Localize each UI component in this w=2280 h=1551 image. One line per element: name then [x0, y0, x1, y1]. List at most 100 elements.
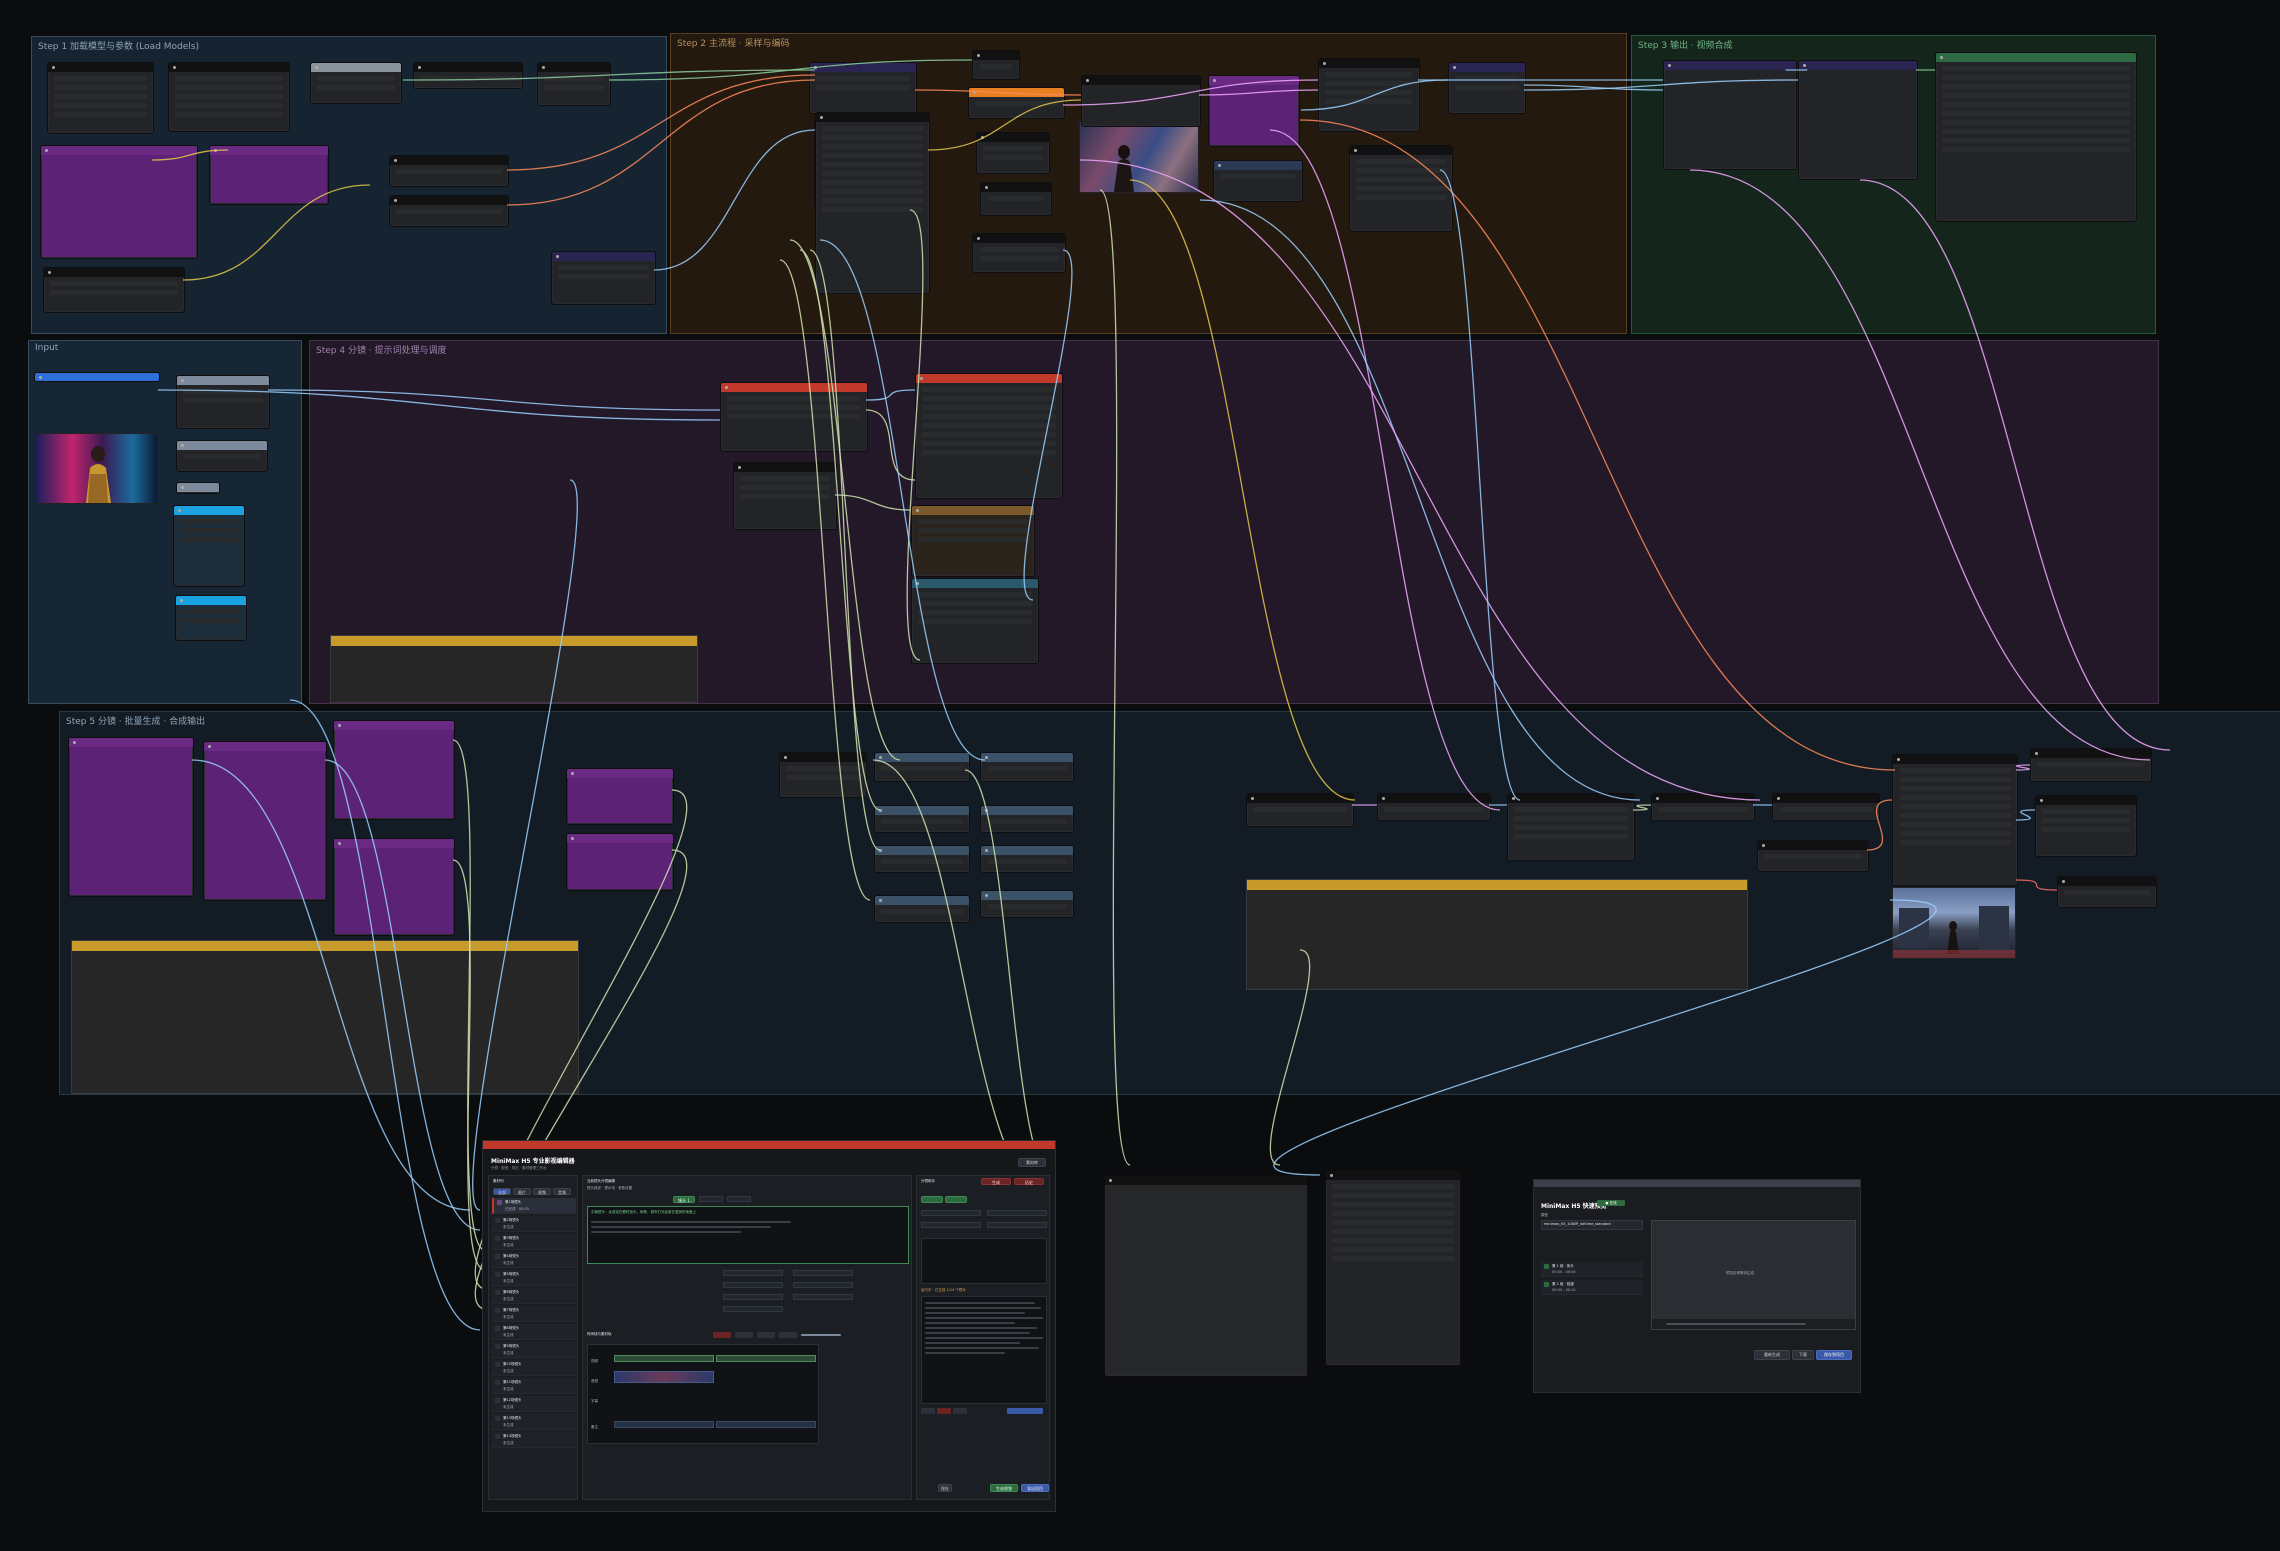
video-clip[interactable]: [716, 1355, 816, 1362]
node-graph-canvas[interactable]: Step 1 加载模型与参数 (Load Models) Step 2 主流程 …: [0, 0, 2280, 1551]
node-widget[interactable]: [1325, 81, 1413, 86]
node-widget[interactable]: [1220, 174, 1296, 179]
node-widget[interactable]: [1332, 1220, 1454, 1225]
node-widget[interactable]: [420, 76, 516, 81]
node-widget[interactable]: [1332, 1202, 1454, 1207]
node-widget[interactable]: [1514, 825, 1628, 830]
node-header[interactable]: [1449, 63, 1525, 72]
node-widget[interactable]: [1455, 76, 1519, 81]
preview-item[interactable]: 第 1 段 · 街头 00:00 - 00:05: [1541, 1262, 1643, 1277]
node-widget[interactable]: [822, 180, 923, 185]
node-widget[interactable]: [922, 387, 1056, 392]
node-widget[interactable]: [182, 609, 240, 614]
toolbar-badge[interactable]: [757, 1332, 775, 1338]
graph-node[interactable]: [40, 145, 198, 259]
graph-node[interactable]: [911, 578, 1039, 664]
graph-node[interactable]: [1213, 160, 1303, 202]
node-widget[interactable]: [1356, 177, 1446, 182]
regenerate-button[interactable]: 重新生成: [1754, 1350, 1790, 1360]
node-widget[interactable]: [1332, 1229, 1454, 1234]
node-widget[interactable]: [54, 85, 147, 90]
node-widget[interactable]: [1942, 120, 2130, 125]
node-widget[interactable]: [822, 162, 923, 167]
node-widget[interactable]: [979, 247, 1059, 252]
graph-node[interactable]: [980, 182, 1052, 216]
node-widget[interactable]: [317, 76, 395, 81]
node-header[interactable]: [35, 373, 159, 381]
graph-node[interactable]: [209, 145, 329, 205]
graph-node[interactable]: [203, 741, 327, 901]
node-header[interactable]: [1799, 61, 1917, 70]
node-header[interactable]: [1936, 53, 2136, 62]
node-widget[interactable]: [922, 423, 1056, 428]
graph-node[interactable]: [1208, 75, 1300, 147]
graph-node[interactable]: [1892, 754, 2018, 886]
node-header[interactable]: [69, 738, 193, 747]
node-widget[interactable]: [1384, 807, 1484, 812]
graph-node[interactable]: [47, 62, 154, 134]
node-widget[interactable]: [918, 619, 1032, 624]
right-action[interactable]: [921, 1196, 943, 1203]
graph-node[interactable]: [168, 62, 290, 132]
node-header[interactable]: [2036, 796, 2136, 805]
node-widget[interactable]: [1942, 93, 2130, 98]
graph-node[interactable]: [976, 132, 1050, 174]
preview-panel[interactable]: MiniMax H5 快速预览 ● 在线 模型 minimax_h5_1080P…: [1533, 1179, 1861, 1393]
node-widget[interactable]: [1942, 75, 2130, 80]
node-widget[interactable]: [183, 398, 263, 403]
node-header[interactable]: [973, 234, 1065, 243]
node-widget[interactable]: [1253, 807, 1347, 812]
node-widget[interactable]: [1356, 195, 1446, 200]
episode-item[interactable]: 第2场镜头 未生成: [492, 1216, 576, 1232]
node-widget[interactable]: [50, 290, 178, 295]
node-widget[interactable]: [1332, 1238, 1454, 1243]
node-header[interactable]: [1652, 794, 1754, 803]
node-widget[interactable]: [175, 103, 283, 108]
graph-node[interactable]: [551, 251, 656, 305]
node-widget[interactable]: [1325, 72, 1413, 77]
right-bottom-badge[interactable]: [921, 1408, 935, 1414]
node-widget[interactable]: [918, 610, 1032, 615]
graph-node[interactable]: [566, 768, 674, 825]
node-widget[interactable]: [918, 519, 1028, 524]
node-header[interactable]: [334, 721, 454, 730]
graph-node[interactable]: [176, 482, 220, 494]
graph-node[interactable]: [980, 845, 1074, 873]
param-field[interactable]: [723, 1306, 783, 1312]
node-widget[interactable]: [317, 85, 395, 90]
graph-node[interactable]: [68, 737, 194, 897]
node-widget[interactable]: [979, 64, 1013, 69]
node-widget[interactable]: [727, 405, 861, 410]
graph-node[interactable]: [1377, 793, 1491, 821]
timeline-area[interactable]: 视频 音频 字幕 备注: [587, 1344, 819, 1444]
node-widget[interactable]: [1325, 99, 1413, 104]
graph-node[interactable]: [413, 62, 523, 89]
node-header[interactable]: [1378, 794, 1490, 803]
node-header[interactable]: [916, 374, 1062, 383]
node-header[interactable]: [721, 383, 867, 392]
node-widget[interactable]: [922, 396, 1056, 401]
episode-item[interactable]: 第4场镜头 未生成: [492, 1252, 576, 1268]
save-button[interactable]: 保存: [938, 1484, 952, 1492]
graph-node[interactable]: [809, 62, 917, 114]
node-header[interactable]: [567, 834, 673, 843]
node-widget[interactable]: [2064, 890, 2150, 895]
scene-selector[interactable]: [727, 1196, 751, 1202]
episode-item[interactable]: 第11场镜头 未生成: [492, 1378, 576, 1394]
node-widget[interactable]: [2042, 809, 2130, 814]
top-button-library[interactable]: 素材库: [1018, 1158, 1046, 1167]
node-widget[interactable]: [881, 819, 963, 824]
node-widget[interactable]: [180, 537, 238, 542]
node-widget[interactable]: [1658, 807, 1748, 812]
node-widget[interactable]: [987, 904, 1067, 909]
left-tab-image[interactable]: 图片: [513, 1188, 531, 1195]
node-header[interactable]: [1319, 59, 1419, 68]
node-widget[interactable]: [180, 528, 238, 533]
node-header[interactable]: [414, 63, 522, 72]
node-widget[interactable]: [54, 103, 147, 108]
node-widget[interactable]: [1942, 66, 2130, 71]
episode-item[interactable]: 第14场镜头 未生成: [492, 1432, 576, 1448]
node-header[interactable]: [2058, 877, 2156, 886]
param-field[interactable]: [723, 1294, 783, 1300]
episode-item[interactable]: 第1场镜头 已完成 · 00:05: [492, 1198, 576, 1214]
